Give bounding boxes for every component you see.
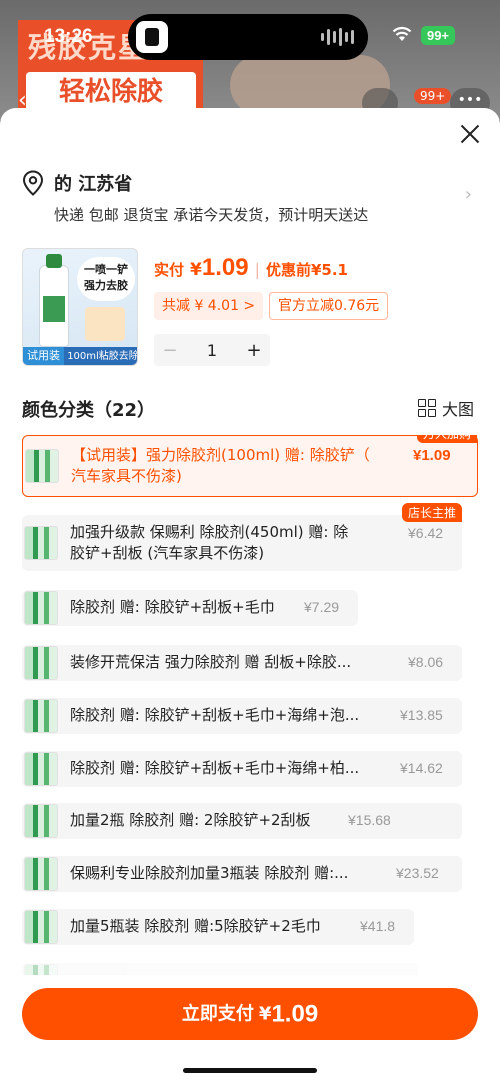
large-view-label: 大图 [441,400,474,419]
price-label: 实付 [154,261,185,279]
option-thumbnail [24,646,58,680]
increase-button[interactable]: + [238,340,270,361]
option-label: 加强升级款 保赐利 除胶剂(450ml) 赠: 除胶铲+刮板 (汽车家具不伤漆) [70,522,348,564]
status-bar: 13:26 99+ [0,0,500,60]
option-item[interactable]: 除胶剂 赠: 除胶铲+刮板+毛巾+海绵+泡... ¥13.85 [22,698,462,734]
option-thumbnail [24,591,58,625]
option-price: ¥41.8 [360,918,396,934]
home-indicator [183,1068,317,1073]
price-divider: | [254,260,260,279]
thumb-tag-left: 试用装 [23,347,64,365]
product-summary: 一喷一铲 强力去胶 试用装 100ml粘胶去除剂 实付 ¥1.09 | 优惠前¥5.1… [22,248,478,368]
price-currency: ¥ [190,260,202,280]
option-item[interactable]: 装修开荒保洁 强力除胶剂 赠 刮板+除胶... ¥8.06 [22,645,462,681]
option-label-line2: 汽车家具不伤漆) [71,467,182,485]
address-row[interactable]: 的 江苏省 快递 包邮 退货宝 承诺今天发货，预计明天送达 › [22,168,478,236]
bottle-image [39,254,69,347]
option-label: 除胶剂 赠: 除胶铲+刮板+毛巾 [70,598,275,616]
option-thumbnail [25,449,59,483]
address-label: 的 江苏省 [54,174,133,195]
decrease-button[interactable]: − [154,340,186,361]
discount-total-chip[interactable]: 共减 ¥ 4.01 > [154,292,264,320]
quantity-stepper: − 1 + [154,334,270,366]
delivery-info: 快递 包邮 退货宝 承诺今天发货，预计明天送达 [54,206,369,224]
option-label: 加量2瓶 除胶剂 赠: 2除胶铲+2刮板 [70,811,311,829]
price-value: 1.09 [201,254,249,281]
option-label-line1: 【试用装】强力除胶剂(100ml) 赠: 除胶铲（ [71,446,370,464]
option-label: 装修开荒保洁 强力除胶剂 赠 刮板+除胶... [70,653,352,671]
option-label: 【试用装】强力除胶剂(100ml) 赠: 除胶铲（ 汽车家具不伤漆) [71,445,370,487]
pay-label: 立即支付 [181,1003,254,1025]
option-price: ¥14.62 [400,760,443,776]
pay-currency: ¥ [258,1003,272,1025]
chevron-right-icon: › [464,184,472,205]
option-item[interactable]: 保赐利专业除胶剂加量3瓶装 除胶剂 赠:... ¥23.52 [22,856,462,892]
option-thumbnail [24,964,58,975]
option-label: 除胶剂 赠: 除胶铲+刮板+毛巾+海绵+柏... [70,759,360,777]
option-item-selected[interactable]: 【试用装】强力除胶剂(100ml) 赠: 除胶铲（ 汽车家具不伤漆) ¥1.09 … [22,435,478,497]
banner-line2: 轻松除胶 [26,72,196,112]
dynamic-island [128,14,368,60]
location-pin-icon [22,170,44,196]
product-thumbnail[interactable]: 一喷一铲 强力去胶 试用装 100ml粘胶去除剂 [22,248,138,366]
pay-value: 1.09 [271,1000,319,1028]
option-price: ¥13.85 [400,707,443,723]
option-price: ¥23.52 [396,865,439,881]
option-item[interactable]: 加强升级款 保赐利 除胶剂(450ml) 赠: 除胶铲+刮板 (汽车家具不伤漆)… [22,503,462,571]
large-view-toggle[interactable]: 大图 [417,396,474,420]
option-label-line1: 加强升级款 保赐利 除胶剂(450ml) 赠: 除 [70,523,349,541]
status-time: 13:26 [44,26,93,47]
price-line: 实付 ¥1.09 | 优惠前¥5.1 [154,254,348,282]
option-price: ¥7.29 [304,599,340,615]
option-label: 除胶剂 赠: 除胶铲+刮板+毛巾+海绵+泡... [70,706,360,724]
option-thumbnail [24,857,58,891]
option-item[interactable] [22,963,418,975]
thumb-tag: 试用装 100ml粘胶去除剂 [23,347,138,365]
official-discount-chip: 官方立减0.76元 [269,292,389,320]
close-icon[interactable] [458,122,482,146]
option-label: 加量5瓶装 除胶剂 赠:5除胶铲+2毛巾 [70,917,321,935]
option-price: ¥15.68 [348,812,391,828]
thumb-bubble: 一喷一铲 强力去胶 [77,257,135,301]
option-badge: 万人加购 [416,435,477,443]
option-list: 【试用装】强力除胶剂(100ml) 赠: 除胶铲（ 汽车家具不伤漆) ¥1.09 … [22,435,478,975]
category-header: 颜色分类（22） 大图 [22,394,478,422]
pay-now-button[interactable]: 立即支付 ¥1.09 [22,988,478,1040]
option-item[interactable]: 除胶剂 赠: 除胶铲+刮板+毛巾+海绵+柏... ¥14.62 [22,751,462,787]
app-icon [136,21,168,53]
wifi-icon [392,26,412,41]
option-thumbnail [24,804,58,838]
option-item[interactable]: 加量2瓶 除胶剂 赠: 2除胶铲+2刮板 ¥15.68 [22,803,462,839]
option-price: ¥1.09 [413,447,451,464]
cart-badge: 99+ [414,88,452,104]
grid-icon [417,399,436,417]
pre-discount-price: 优惠前¥5.1 [265,261,348,279]
quantity-value[interactable]: 1 [186,341,238,360]
option-item[interactable]: 除胶剂 赠: 除胶铲+刮板+毛巾 ¥7.29 [22,590,358,626]
option-item[interactable]: 加量5瓶装 除胶剂 赠:5除胶铲+2毛巾 ¥41.8 [22,909,414,945]
battery-icon: 99+ [421,26,455,45]
option-badge: 店长主推 [401,503,462,522]
option-price: ¥8.06 [408,654,444,670]
option-label-line2: 胶铲+刮板 (汽车家具不伤漆) [70,544,265,562]
audio-wave-icon [321,27,354,47]
sku-sheet: 的 江苏省 快递 包邮 退货宝 承诺今天发货，预计明天送达 › 一喷一铲 强力去… [0,108,500,1083]
option-price: ¥6.42 [408,525,444,541]
option-thumbnail [24,752,58,786]
option-thumbnail [24,910,58,944]
option-thumbnail [24,526,58,560]
option-label: 保赐利专业除胶剂加量3瓶装 除胶剂 赠:... [70,864,349,882]
thumb-tag-right: 100ml粘胶去除剂 [67,351,138,362]
option-thumbnail [24,699,58,733]
category-title: 颜色分类（22） [22,400,156,421]
scraper-image [85,307,125,341]
